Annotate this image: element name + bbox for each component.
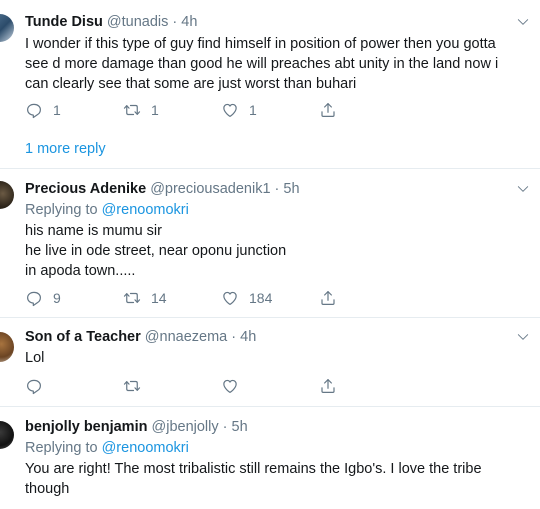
timestamp[interactable]: 4h bbox=[240, 329, 256, 345]
retweet-icon bbox=[123, 377, 141, 395]
tweet-card[interactable]: benjolly benjamin @jbenjolly · 5h Replyi… bbox=[0, 407, 540, 509]
replying-to: Replying to @renoomokri bbox=[25, 438, 189, 458]
share-icon bbox=[319, 289, 337, 307]
author-handle[interactable]: @nnaezema bbox=[145, 329, 227, 345]
replying-to-prefix: Replying to bbox=[25, 202, 98, 218]
chevron-down-icon[interactable] bbox=[516, 182, 530, 196]
tweet-card[interactable]: Precious Adenike @preciousadenik1 · 5h R… bbox=[0, 169, 540, 317]
reply-icon bbox=[25, 289, 43, 307]
tweet-card[interactable]: Son of a Teacher @nnaezema · 4h Lol bbox=[0, 318, 540, 406]
mention-link[interactable]: @renoomokri bbox=[102, 440, 189, 456]
tweet-text: Lol bbox=[25, 348, 525, 368]
tweet-header: Precious Adenike @preciousadenik1 · 5h bbox=[25, 179, 300, 199]
author-handle[interactable]: @preciousadenik1 bbox=[150, 181, 270, 197]
like-button[interactable]: 1 bbox=[221, 100, 257, 120]
author-handle[interactable]: @jbenjolly bbox=[152, 419, 219, 435]
tweet-text-line: I wonder if this type of guy find himsel… bbox=[25, 36, 496, 52]
timestamp[interactable]: 5h bbox=[232, 419, 248, 435]
separator-dot: · bbox=[231, 329, 237, 345]
replying-to-prefix: Replying to bbox=[25, 440, 98, 456]
retweet-icon bbox=[123, 101, 141, 119]
tweet-header: Son of a Teacher @nnaezema · 4h bbox=[25, 327, 256, 347]
retweet-icon bbox=[123, 289, 141, 307]
author-handle[interactable]: @tunadis bbox=[107, 14, 168, 30]
like-button[interactable]: 184 bbox=[221, 288, 272, 308]
timestamp[interactable]: 5h bbox=[283, 181, 299, 197]
author-name[interactable]: benjolly benjamin bbox=[25, 419, 147, 435]
tweet-text: I wonder if this type of guy find himsel… bbox=[25, 34, 525, 94]
tweet-text-line: his name is mumu sir bbox=[25, 223, 162, 239]
retweet-button[interactable] bbox=[123, 376, 141, 396]
author-name[interactable]: Tunde Disu bbox=[25, 14, 103, 30]
tweet-actions bbox=[25, 376, 345, 396]
tweet-header: Tunde Disu @tunadis · 4h bbox=[25, 12, 197, 32]
share-icon bbox=[319, 377, 337, 395]
retweet-count: 1 bbox=[151, 102, 159, 118]
tweet-text: You are right! The most tribalistic stil… bbox=[25, 459, 525, 499]
replying-to: Replying to @renoomokri bbox=[25, 200, 189, 220]
like-count: 184 bbox=[249, 290, 273, 306]
retweet-button[interactable]: 14 bbox=[123, 288, 167, 308]
show-more-replies-link[interactable]: 1 more reply bbox=[25, 139, 106, 159]
avatar[interactable] bbox=[0, 181, 14, 209]
mention-link[interactable]: @renoomokri bbox=[102, 202, 189, 218]
avatar[interactable] bbox=[0, 421, 14, 449]
tweet-text-line: though bbox=[25, 481, 70, 497]
tweet-header: benjolly benjamin @jbenjolly · 5h bbox=[25, 417, 248, 437]
like-icon bbox=[221, 377, 239, 395]
tweet-card[interactable]: Tunde Disu @tunadis · 4h I wonder if thi… bbox=[0, 0, 540, 168]
reply-count: 1 bbox=[53, 102, 61, 118]
retweet-button[interactable]: 1 bbox=[123, 100, 159, 120]
share-button[interactable] bbox=[319, 288, 337, 308]
tweet-text: his name is mumu sir he live in ode stre… bbox=[25, 221, 525, 281]
reply-icon bbox=[25, 101, 43, 119]
share-icon bbox=[319, 101, 337, 119]
separator-dot: · bbox=[172, 14, 178, 30]
reply-count: 9 bbox=[53, 290, 61, 306]
tweet-text-line: You are right! The most tribalistic stil… bbox=[25, 461, 482, 477]
reply-button[interactable]: 9 bbox=[25, 288, 61, 308]
tweet-actions: 9 14 184 bbox=[25, 288, 345, 308]
reply-button[interactable] bbox=[25, 376, 43, 396]
separator-dot: · bbox=[274, 181, 280, 197]
tweet-text-line: in apoda town..... bbox=[25, 263, 136, 279]
share-button[interactable] bbox=[319, 376, 337, 396]
timestamp[interactable]: 4h bbox=[181, 14, 197, 30]
like-icon bbox=[221, 289, 239, 307]
reply-button[interactable]: 1 bbox=[25, 100, 61, 120]
author-name[interactable]: Precious Adenike bbox=[25, 181, 146, 197]
tweet-text-line: he live in ode street, near oponu juncti… bbox=[25, 243, 287, 259]
tweet-actions: 1 1 1 bbox=[25, 100, 345, 120]
share-button[interactable] bbox=[319, 100, 337, 120]
chevron-down-icon[interactable] bbox=[516, 330, 530, 344]
retweet-count: 14 bbox=[151, 290, 167, 306]
avatar[interactable] bbox=[0, 14, 14, 42]
avatar[interactable] bbox=[0, 332, 14, 362]
chevron-down-icon[interactable] bbox=[516, 15, 530, 29]
like-button[interactable] bbox=[221, 376, 239, 396]
like-icon bbox=[221, 101, 239, 119]
reply-icon bbox=[25, 377, 43, 395]
tweet-text-line: Lol bbox=[25, 350, 45, 366]
tweet-text-line: can clearly see that some are just worst… bbox=[25, 76, 357, 92]
author-name[interactable]: Son of a Teacher bbox=[25, 329, 141, 345]
like-count: 1 bbox=[249, 102, 257, 118]
separator-dot: · bbox=[222, 419, 228, 435]
tweet-text-line: see d more damage than good he will prea… bbox=[25, 56, 499, 72]
